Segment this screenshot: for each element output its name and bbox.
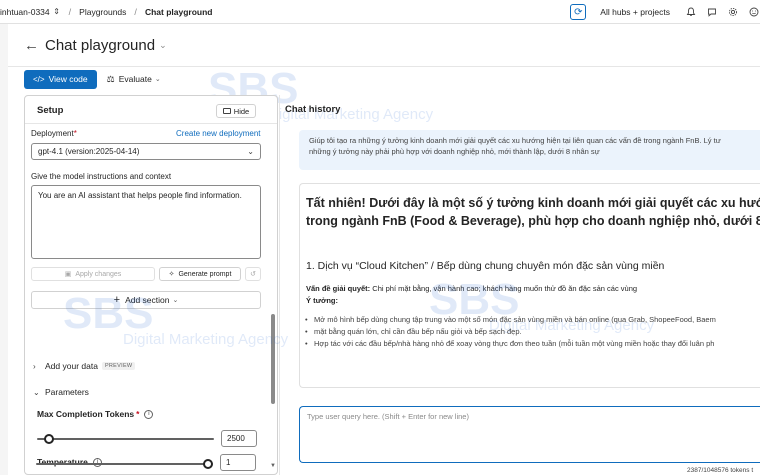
chat-input-box[interactable] <box>299 406 760 463</box>
slider-track <box>36 463 213 465</box>
chevron-right-icon: › <box>33 361 36 371</box>
system-message-textarea[interactable]: You are an AI assistant that helps peopl… <box>31 185 261 259</box>
view-code-button[interactable]: </> View code <box>24 69 97 89</box>
assistant-intro: Tất nhiên! Dưới đây là một số ý tưởng ki… <box>306 196 760 228</box>
undo-icon: ↺ <box>250 271 256 278</box>
refresh-icon[interactable]: ⟳ <box>570 4 587 20</box>
plus-icon: + <box>113 294 121 306</box>
all-hubs-link[interactable]: All hubs + projects <box>600 7 670 17</box>
create-deployment-link[interactable]: Create new deployment <box>176 129 261 138</box>
page-content: SBS Digital Marketing Agency ← Chat play… <box>8 24 760 475</box>
chat-input[interactable] <box>300 407 760 426</box>
apply-changes-button[interactable]: ▣ Apply changes <box>31 267 155 281</box>
problem-line: Vấn đề giải quyết: Chi phí mặt bằng, vận… <box>306 284 638 293</box>
slider-thumb[interactable] <box>203 459 213 469</box>
chevron-down-icon: ⌄ <box>154 76 161 83</box>
generate-prompt-button[interactable]: ✧ Generate prompt <box>159 267 241 281</box>
setup-title: Setup <box>37 105 64 116</box>
panel-icon <box>222 108 231 114</box>
add-data-accordion[interactable]: › Add your data PREVIEW <box>33 361 136 371</box>
panel-divider <box>279 95 280 475</box>
chevron-down-icon[interactable]: ⌄ <box>159 40 167 51</box>
preview-badge: PREVIEW <box>101 362 136 370</box>
scrollbar[interactable] <box>271 314 275 404</box>
chevron-down-icon: ⌄ <box>33 387 40 397</box>
list-item: Mở mô hình bếp dùng chung tập trung vào … <box>305 315 716 326</box>
top-bar: inhtuan-0334 ⇕ / Playgrounds / Chat play… <box>0 0 760 24</box>
temperature-input[interactable]: 1 <box>220 454 256 471</box>
smiley-icon[interactable] <box>746 4 760 20</box>
back-arrow-icon[interactable]: ← <box>24 37 39 54</box>
toolbar: </> View code ⚖ Evaluate ⌄ <box>24 69 161 89</box>
save-icon: ▣ <box>64 271 72 278</box>
setup-divider <box>25 123 277 124</box>
page-title: Chat playground <box>45 36 156 54</box>
chevron-down-icon: ⌄ <box>247 147 254 156</box>
title-row: ← Chat playground ⌄ <box>24 32 167 58</box>
hide-button[interactable]: Hide <box>216 104 256 118</box>
add-section-button[interactable]: + Add section ⌄ <box>31 291 261 309</box>
slider-track <box>37 438 214 440</box>
assistant-heading: 1. Dịch vụ “Cloud Kitchen” / Bếp dùng ch… <box>306 260 665 272</box>
slider-thumb[interactable] <box>43 434 54 444</box>
breadcrumb-separator: / <box>134 6 137 17</box>
sparkle-icon: ✧ <box>168 271 175 278</box>
evaluate-label: Evaluate <box>118 74 152 84</box>
instructions-label: Give the model instructions and context <box>31 172 172 181</box>
breadcrumb-separator: / <box>68 6 72 17</box>
max-tokens-slider[interactable] <box>37 434 214 444</box>
deployment-select[interactable]: gpt-4.1 (version:2025-04-14) ⌄ <box>31 143 261 160</box>
topbar-actions: ⟳ All hubs + projects <box>565 0 760 24</box>
breadcrumb-playgrounds[interactable]: Playgrounds <box>79 7 126 17</box>
feedback-icon[interactable] <box>704 4 720 20</box>
scroll-down-arrow-icon[interactable]: ▼ <box>270 463 276 469</box>
divider <box>8 66 760 67</box>
parameters-accordion[interactable]: ⌄ Parameters <box>33 387 89 397</box>
user-message: Giúp tôi tạo ra những ý tưởng kinh doanh… <box>299 130 760 170</box>
chat-panel: Chat history Giúp tôi tạo ra những ý tưở… <box>279 95 760 475</box>
list-item-continuation: mặt bằng quán lớn, chỉ cần đầu bếp nấu g… <box>305 327 522 338</box>
breadcrumb-current: Chat playground <box>144 6 213 17</box>
scale-icon: ⚖ <box>106 73 115 84</box>
token-counter: 2387/1048576 tokens t <box>687 467 754 474</box>
chat-history-title: Chat history <box>285 104 341 115</box>
info-icon[interactable]: i <box>144 409 154 419</box>
max-tokens-label: Max Completion Tokens * i <box>37 409 154 419</box>
setup-panel: Setup Hide Deployment* Create new deploy… <box>24 95 278 475</box>
code-icon: </> <box>33 74 45 84</box>
view-code-label: View code <box>48 74 88 84</box>
max-tokens-input[interactable]: 2500 <box>221 430 257 447</box>
assistant-message: Tất nhiên! Dưới đây là một số ý tưởng ki… <box>299 183 760 388</box>
idea-label: Ý tưởng: <box>306 296 339 305</box>
gear-icon[interactable] <box>725 4 741 20</box>
evaluate-button[interactable]: ⚖ Evaluate ⌄ <box>107 74 161 85</box>
breadcrumb-project[interactable]: inhtuan-0334 <box>0 7 50 17</box>
notification-icon[interactable] <box>683 4 699 20</box>
reset-button[interactable]: ↺ <box>245 267 261 281</box>
deployment-label: Deployment* <box>31 129 77 138</box>
list-item: Hợp tác với các đầu bếp/nhà hàng nhỏ để … <box>305 339 714 350</box>
swap-icon[interactable]: ⇕ <box>53 4 61 20</box>
chevron-down-icon: ⌄ <box>172 297 179 304</box>
temperature-slider[interactable] <box>36 459 213 469</box>
